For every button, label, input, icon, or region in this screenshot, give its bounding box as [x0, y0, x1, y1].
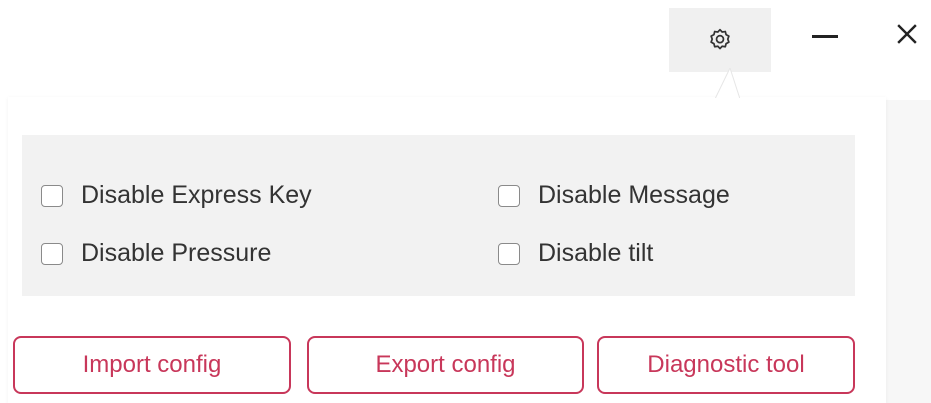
checkbox[interactable] — [41, 184, 63, 207]
settings-button[interactable] — [669, 8, 771, 72]
option-disable-express-key[interactable]: Disable Express Key — [41, 181, 312, 210]
background-panel — [886, 100, 931, 403]
option-disable-message[interactable]: Disable Message — [498, 181, 730, 210]
gear-icon — [707, 27, 733, 53]
export-config-button[interactable]: Export config — [307, 336, 584, 394]
title-bar — [0, 0, 931, 96]
checkbox[interactable] — [498, 242, 520, 265]
close-icon — [895, 22, 919, 51]
option-label: Disable Express Key — [81, 181, 312, 209]
diagnostic-tool-button[interactable]: Diagnostic tool — [597, 336, 855, 394]
close-button[interactable] — [895, 8, 931, 64]
minimize-icon — [812, 34, 838, 38]
checkbox[interactable] — [41, 242, 63, 265]
option-disable-tilt[interactable]: Disable tilt — [498, 239, 653, 268]
option-label: Disable Message — [538, 181, 730, 209]
option-label: Disable tilt — [538, 239, 654, 267]
checkbox[interactable] — [498, 184, 520, 207]
import-config-button[interactable]: Import config — [13, 336, 291, 394]
option-disable-pressure[interactable]: Disable Pressure — [41, 239, 271, 268]
popup-pointer — [620, 68, 740, 100]
options-panel — [22, 135, 855, 296]
option-label: Disable Pressure — [81, 239, 272, 267]
minimize-button[interactable] — [795, 8, 855, 64]
